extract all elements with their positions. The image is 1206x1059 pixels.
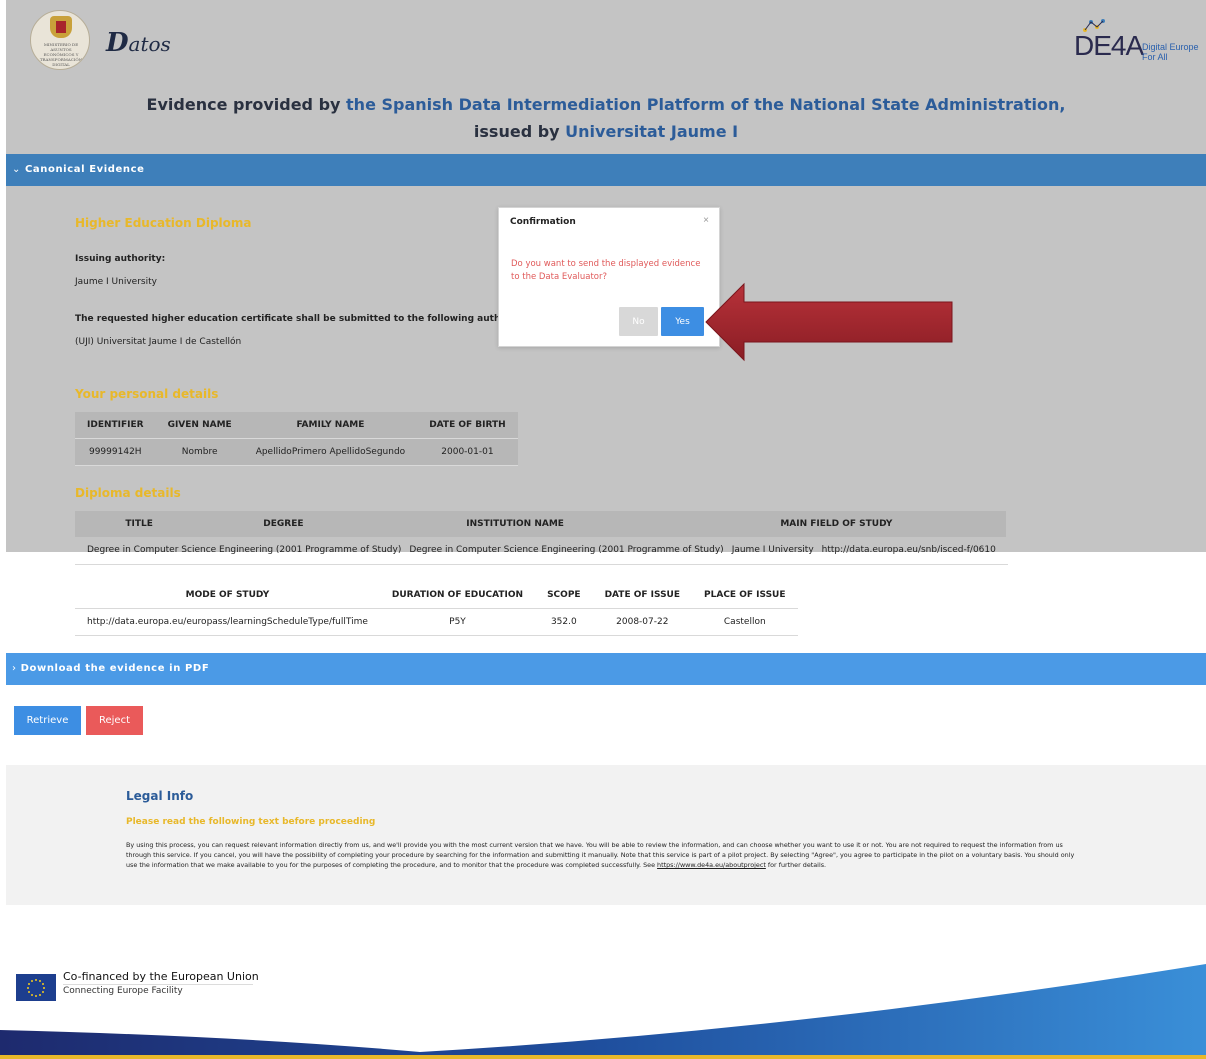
seal-text: MINISTERIO DE ASUNTOS ECONÓMICOS Y TRANS… — [39, 42, 83, 67]
canonical-evidence-toggle[interactable]: ⌄ Canonical Evidence — [6, 154, 1206, 186]
table-cell: Nombre — [181, 446, 218, 457]
diploma-details-table: TITLE DEGREE INSTITUTION NAME MAIN FIELD… — [75, 511, 1006, 537]
legal-body: By using this process, you can request r… — [126, 841, 1075, 869]
column-header: DURATION OF EDUCATION — [391, 589, 524, 600]
table-cell: http://data.europa.eu/europass/learningS… — [87, 616, 368, 627]
eu-flag-icon — [16, 974, 56, 1001]
about-project-link[interactable]: https://www.de4a.eu/aboutproject — [657, 861, 766, 869]
ministry-seal-logo: MINISTERIO DE ASUNTOS ECONÓMICOS Y TRANS… — [30, 10, 90, 70]
table-row: Degree in Computer Science Engineering (… — [75, 537, 1008, 564]
pointer-arrow-icon — [705, 282, 953, 362]
personal-details-table: IDENTIFIER GIVEN NAME FAMILY NAME DATE O… — [75, 412, 518, 466]
retrieve-button[interactable]: Retrieve — [14, 706, 81, 735]
confirmation-dialog: Confirmation × Do you want to send the d… — [498, 207, 720, 347]
diploma-heading: Higher Education Diploma — [75, 216, 252, 230]
page-title: Evidence provided by the Spanish Data In… — [146, 95, 1066, 141]
eu-stars-icon — [27, 979, 45, 997]
table-cell: P5Y — [449, 616, 466, 627]
table-cell: Degree in Computer Science Engineering (… — [409, 545, 724, 556]
column-header: IDENTIFIER — [87, 419, 144, 430]
submission-authority-value: (UJI) Universitat Jaume I de Castellón — [75, 337, 242, 347]
diploma-details-row-table: Degree in Computer Science Engineering (… — [75, 537, 1008, 565]
table-cell: Jaume I University — [731, 545, 814, 556]
chevron-down-icon: ⌄ — [12, 164, 21, 175]
column-header: SCOPE — [547, 589, 581, 600]
legal-info-panel: Legal Info Please read the following tex… — [6, 765, 1206, 905]
no-button[interactable]: No — [619, 307, 658, 336]
issuing-authority-value: Jaume I University — [75, 277, 157, 287]
cef-text: Connecting Europe Facility — [63, 986, 183, 996]
table-cell: ApellidoPrimero ApellidoSegundo — [255, 446, 406, 457]
issuing-authority-label: Issuing authority: — [75, 254, 166, 264]
table-row: 99999142H Nombre ApellidoPrimero Apellid… — [75, 438, 518, 465]
diploma-details-heading: Diploma details — [75, 486, 181, 500]
close-icon[interactable]: × — [703, 215, 709, 226]
eu-divider — [63, 984, 253, 985]
eu-cofinanced-text: Co-financed by the European Union — [63, 970, 259, 983]
column-header: PLACE OF ISSUE — [704, 589, 786, 600]
submission-authority-label: The requested higher education certifica… — [75, 314, 528, 324]
column-header: TITLE — [125, 519, 153, 529]
dialog-title: Confirmation — [510, 217, 576, 227]
datos-logo: Datos — [106, 28, 171, 58]
page-header: MINISTERIO DE ASUNTOS ECONÓMICOS Y TRANS… — [6, 0, 1206, 154]
table-cell: Castellon — [723, 616, 766, 627]
column-header: MAIN FIELD OF STUDY — [780, 519, 893, 529]
column-header: DATE OF ISSUE — [604, 589, 681, 600]
column-header: MODE OF STUDY — [185, 589, 270, 600]
yes-button[interactable]: Yes — [661, 307, 704, 336]
table-cell: 2008-07-22 — [616, 616, 669, 627]
column-header: DEGREE — [263, 519, 304, 529]
column-header: DATE OF BIRTH — [429, 419, 506, 430]
study-mode-table: MODE OF STUDY DURATION OF EDUCATION SCOP… — [75, 582, 798, 636]
table-cell: 352.0 — [550, 616, 577, 627]
reject-button[interactable]: Reject — [86, 706, 143, 735]
de4a-tagline: Digital Europe For All — [1142, 42, 1199, 62]
table-row: http://data.europa.eu/europass/learningS… — [75, 608, 798, 635]
dialog-message: Do you want to send the displayed eviden… — [511, 259, 701, 282]
table-cell: 99999142H — [88, 446, 142, 457]
personal-details-heading: Your personal details — [75, 387, 219, 401]
table-cell: 2000-01-01 — [441, 446, 494, 457]
de4a-logo: DE4A Digital Europe For All — [1042, 18, 1202, 68]
table-cell: http://data.europa.eu/snb/isced-f/0610 — [821, 545, 996, 556]
chevron-right-icon: › — [12, 663, 17, 674]
download-pdf-toggle[interactable]: › Download the evidence in PDF — [6, 653, 1206, 685]
column-header: FAMILY NAME — [296, 419, 365, 430]
legal-warning: Please read the following text before pr… — [126, 817, 376, 827]
table-cell: Degree in Computer Science Engineering (… — [87, 545, 402, 556]
coat-of-arms-icon — [50, 16, 72, 38]
column-header: INSTITUTION NAME — [466, 519, 564, 529]
de4a-wordmark: DE4A — [1074, 30, 1144, 61]
legal-info-heading: Legal Info — [126, 789, 194, 803]
column-header: GIVEN NAME — [167, 419, 232, 430]
